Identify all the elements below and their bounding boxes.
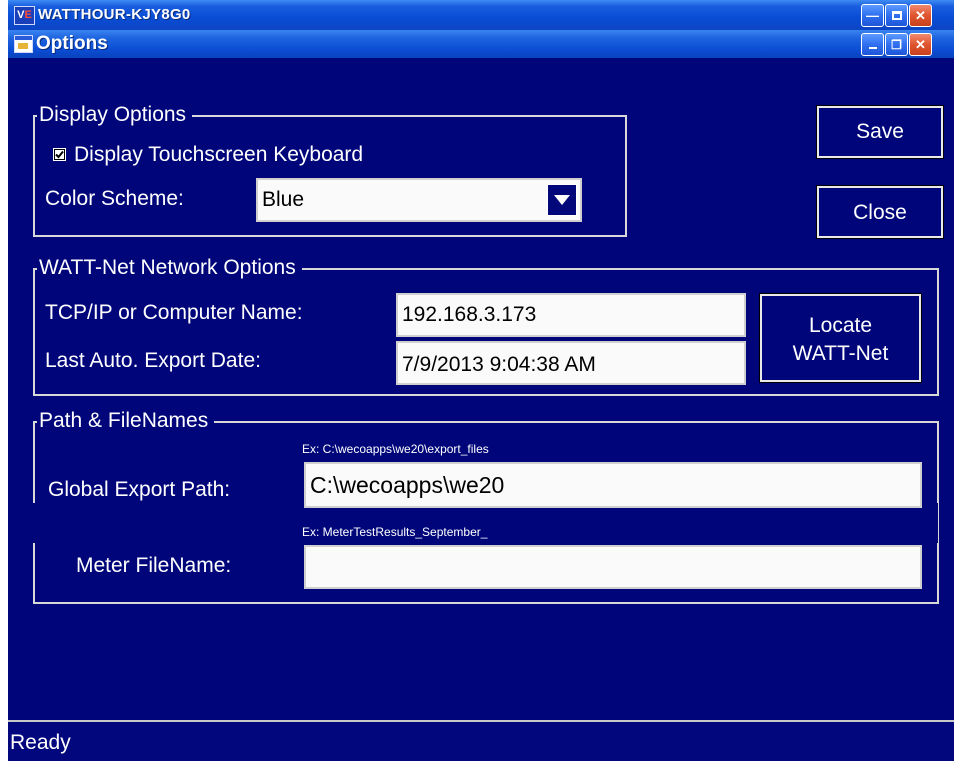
export-path-label: Global Export Path: (48, 478, 231, 501)
export-path-hint: Ex: C:\wecoapps\we20\export_files (302, 442, 489, 456)
checkmark-icon (54, 149, 65, 160)
minimize-icon: — (866, 8, 879, 23)
touch-keyboard-label[interactable]: Display Touchscreen Keyboard (74, 142, 363, 168)
save-button[interactable]: Save (816, 105, 944, 159)
locate-label-line2: WATT-Net (792, 342, 889, 365)
close-icon: ✕ (915, 8, 926, 23)
close-icon: ✕ (915, 37, 926, 52)
border-gap-left (32, 503, 38, 543)
status-text: Ready (10, 731, 71, 754)
app-title-bar[interactable]: VE WATTHOUR-KJY8G0 — ✕ (8, 0, 954, 30)
app-close-button[interactable]: ✕ (909, 4, 932, 27)
restore-icon: ❐ (891, 38, 902, 52)
locate-wattnet-button[interactable]: Locate WATT-Net (759, 293, 922, 383)
filename-hint: Ex: MeterTestResults_September_ (302, 525, 488, 539)
export-date-label: Last Auto. Export Date: (45, 349, 261, 372)
app-window: VE WATTHOUR-KJY8G0 — ✕ Options ❐ ✕ Displ… (8, 0, 954, 761)
export-date-field[interactable]: 7/9/2013 9:04:38 AM (396, 341, 746, 385)
border-gap-right (932, 503, 938, 543)
filename-input[interactable] (304, 545, 922, 589)
app-logo-icon: VE (14, 6, 35, 25)
network-options-legend: WATT-Net Network Options (37, 255, 302, 281)
display-options-legend: Display Options (37, 102, 193, 128)
color-scheme-dropdown[interactable]: Blue (256, 178, 582, 222)
tcpip-input[interactable]: 192.168.3.173 (396, 293, 746, 337)
touch-keyboard-checkbox[interactable] (53, 148, 66, 161)
maximize-icon (891, 11, 902, 20)
options-restore-button[interactable]: ❐ (885, 33, 908, 56)
minimize-button[interactable]: — (861, 4, 884, 27)
options-minimize-button[interactable] (861, 33, 884, 56)
color-scheme-label: Color Scheme: (45, 187, 184, 210)
filename-label: Meter FileName: (76, 554, 232, 577)
paths-legend: Path & FileNames (37, 408, 215, 434)
tcpip-label: TCP/IP or Computer Name: (45, 301, 303, 324)
maximize-button[interactable] (885, 4, 908, 27)
app-title: WATTHOUR-KJY8G0 (38, 6, 191, 23)
options-title-bar[interactable]: Options ❐ ✕ (8, 30, 954, 58)
close-button[interactable]: Close (816, 185, 944, 239)
color-scheme-value: Blue (262, 188, 305, 211)
status-bar: Ready (8, 720, 954, 761)
form-icon (14, 35, 33, 53)
chevron-down-icon[interactable] (547, 184, 577, 216)
export-path-input[interactable]: C:\wecoapps\we20 (304, 462, 922, 508)
minimize-icon (868, 47, 877, 49)
options-close-button[interactable]: ✕ (909, 33, 932, 56)
options-title: Options (36, 33, 108, 54)
locate-label-line1: Locate (808, 314, 873, 337)
